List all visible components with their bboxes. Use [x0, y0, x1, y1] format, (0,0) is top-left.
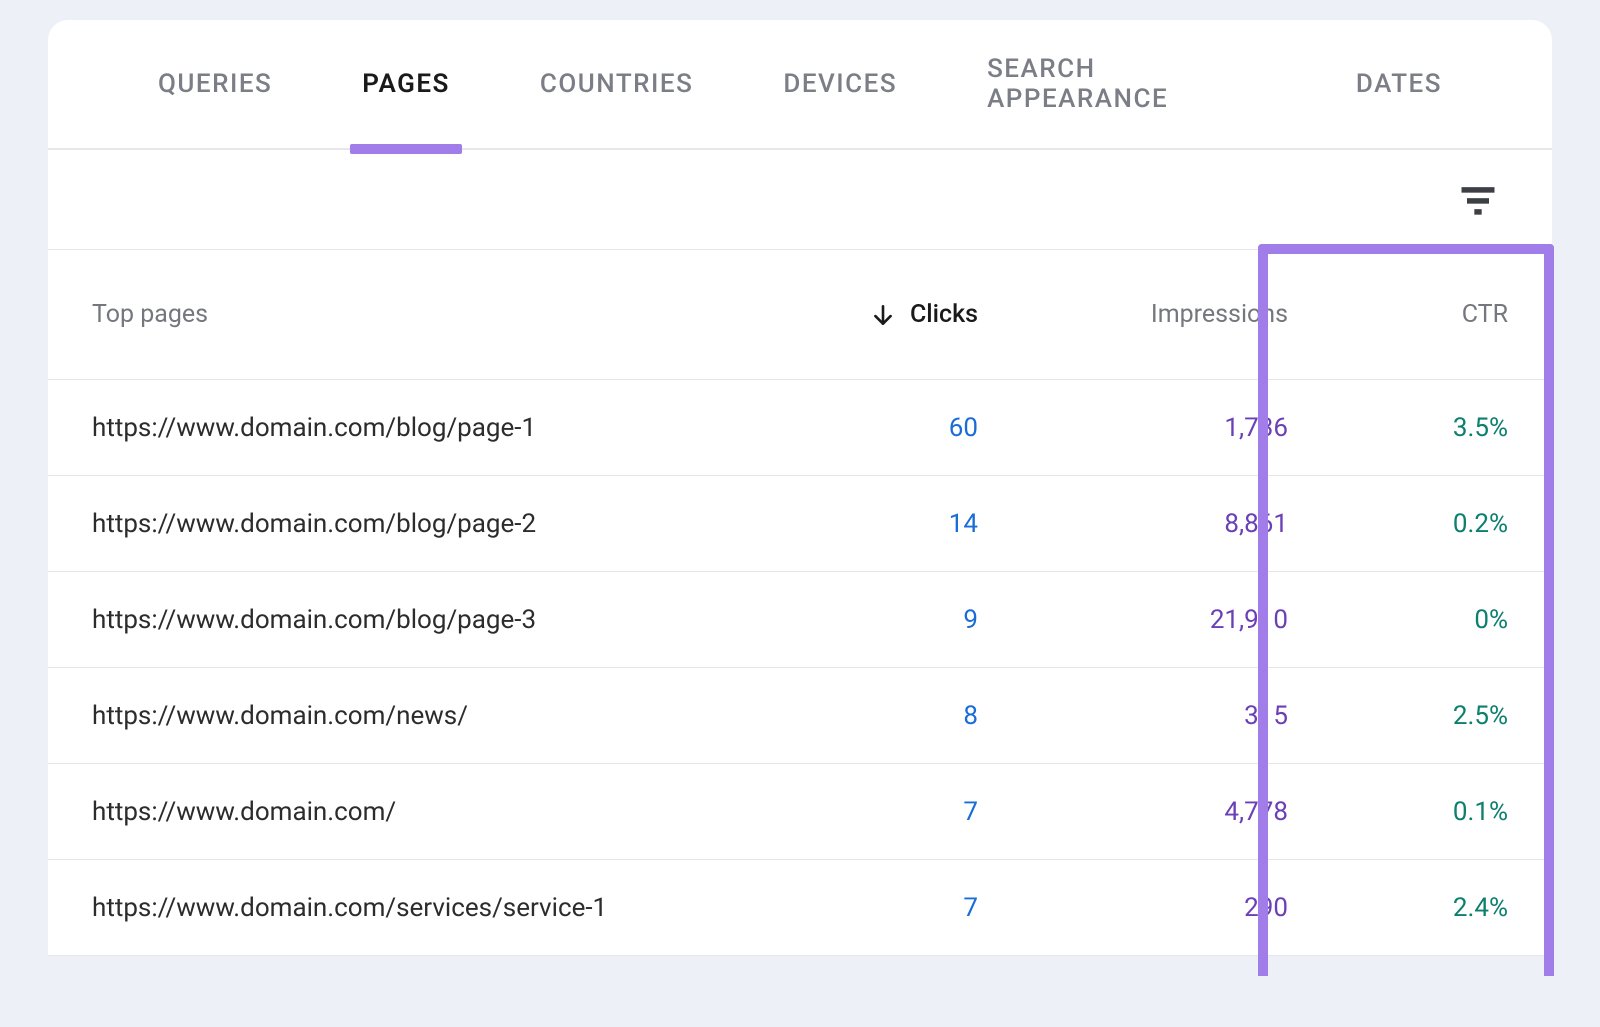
- cell-page: https://www.domain.com/: [92, 797, 758, 827]
- cell-page: https://www.domain.com/services/service-…: [92, 893, 758, 923]
- cell-impressions: 21,910: [978, 605, 1288, 635]
- cell-page: https://www.domain.com/blog/page-1: [92, 413, 758, 443]
- tab-devices[interactable]: DEVICES: [783, 20, 897, 148]
- col-clicks[interactable]: Clicks: [758, 300, 978, 329]
- col-ctr[interactable]: CTR: [1288, 300, 1508, 329]
- cell-ctr: 0.2%: [1288, 509, 1508, 539]
- cell-clicks: 7: [758, 797, 978, 827]
- table-header: Top pages Clicks Impressions CTR: [48, 250, 1552, 380]
- cell-impressions: 1,736: [978, 413, 1288, 443]
- cell-page: https://www.domain.com/news/: [92, 701, 758, 731]
- col-clicks-label: Clicks: [910, 300, 978, 329]
- cell-page: https://www.domain.com/blog/page-3: [92, 605, 758, 635]
- cell-impressions: 8,861: [978, 509, 1288, 539]
- cell-clicks: 9: [758, 605, 978, 635]
- cell-page: https://www.domain.com/blog/page-2: [92, 509, 758, 539]
- tab-queries[interactable]: QUERIES: [158, 20, 272, 148]
- cell-clicks: 14: [758, 509, 978, 539]
- table-row[interactable]: https://www.domain.com/blog/page-1601,73…: [48, 380, 1552, 476]
- cell-clicks: 7: [758, 893, 978, 923]
- tabs-bar: QUERIES PAGES COUNTRIES DEVICES SEARCH A…: [48, 20, 1552, 150]
- cell-ctr: 3.5%: [1288, 413, 1508, 443]
- performance-card: QUERIES PAGES COUNTRIES DEVICES SEARCH A…: [48, 20, 1552, 956]
- table-body: https://www.domain.com/blog/page-1601,73…: [48, 380, 1552, 956]
- cell-impressions: 290: [978, 893, 1288, 923]
- cell-impressions: 4,778: [978, 797, 1288, 827]
- table-row[interactable]: https://www.domain.com/services/service-…: [48, 860, 1552, 956]
- filter-icon[interactable]: [1456, 178, 1500, 222]
- cell-clicks: 8: [758, 701, 978, 731]
- tab-search-appearance[interactable]: SEARCH APPEARANCE: [987, 20, 1266, 148]
- cell-clicks: 60: [758, 413, 978, 443]
- filter-row: [48, 150, 1552, 250]
- col-pages[interactable]: Top pages: [92, 300, 758, 329]
- tab-dates[interactable]: DATES: [1356, 20, 1442, 148]
- table-row[interactable]: https://www.domain.com/news/83152.5%: [48, 668, 1552, 764]
- table-row[interactable]: https://www.domain.com/74,7780.1%: [48, 764, 1552, 860]
- tab-pages[interactable]: PAGES: [362, 20, 450, 148]
- cell-ctr: 0%: [1288, 605, 1508, 635]
- col-impressions[interactable]: Impressions: [978, 300, 1288, 329]
- table-row[interactable]: https://www.domain.com/blog/page-2148,86…: [48, 476, 1552, 572]
- sort-arrow-down-icon: [870, 302, 896, 328]
- tab-countries[interactable]: COUNTRIES: [540, 20, 693, 148]
- cell-ctr: 2.4%: [1288, 893, 1508, 923]
- cell-ctr: 0.1%: [1288, 797, 1508, 827]
- cell-impressions: 315: [978, 701, 1288, 731]
- cell-ctr: 2.5%: [1288, 701, 1508, 731]
- table-row[interactable]: https://www.domain.com/blog/page-3921,91…: [48, 572, 1552, 668]
